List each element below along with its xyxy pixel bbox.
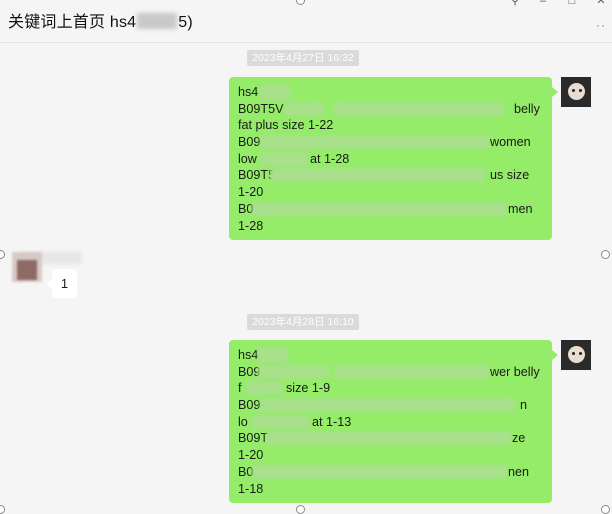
user-avatar[interactable] (561, 77, 591, 107)
more-options-icon[interactable]: ·· (596, 18, 606, 32)
message-line: 1-28 (238, 218, 264, 233)
received-message-bubble[interactable]: 1 (46, 269, 77, 298)
message-line: 1-20 (238, 185, 264, 200)
close-button[interactable]: ✕ (594, 0, 608, 8)
message-line: B09 women (238, 135, 531, 150)
message-line: fat plus size 1-22 (238, 118, 334, 133)
message-timestamp: 2023年4月28日 16:10 (247, 314, 359, 330)
title-bar: 关键词上首页 hs4 5) ⚲ – □ ✕ ·· (0, 0, 612, 43)
message-line: B09 wer belly (238, 364, 540, 379)
message-line: B09T5 us size (238, 168, 530, 183)
chat-title-suffix: 5) (178, 14, 193, 31)
message-line: 1-20 (238, 448, 264, 463)
pin-icon[interactable]: ⚲ (508, 0, 522, 8)
message-line: f size 1-9 (238, 381, 331, 396)
user-avatar[interactable] (561, 340, 591, 370)
message-timestamp: 2023年4月27日 16:32 (247, 50, 359, 66)
message-line: low at 1-28 (238, 151, 350, 166)
resize-handle[interactable] (601, 250, 610, 259)
message-line: B0 men (238, 201, 533, 216)
sent-message-bubble[interactable]: hs4 B09 wer belly f size 1-9 B09 n lo at 1-1… (229, 340, 558, 503)
message-line: hs4 (238, 84, 543, 101)
chat-title-text: 关键词上首页 hs4 (8, 14, 137, 31)
resize-handle[interactable] (0, 250, 5, 259)
resize-handle[interactable] (0, 505, 5, 514)
sent-message-bubble[interactable]: hs4 B09T5V belly fat plus size 1-22 B09 wo… (229, 77, 558, 240)
resize-handle[interactable] (296, 505, 305, 514)
message-line: B0 nen (238, 464, 530, 479)
message-line: B09T ze (238, 431, 526, 446)
message-line: hs4 (238, 347, 543, 364)
minimize-button[interactable]: – (536, 0, 550, 8)
maximize-button[interactable]: □ (565, 0, 579, 8)
chat-title: 关键词上首页 hs4 5) (8, 8, 193, 32)
contact-avatar[interactable] (12, 252, 42, 282)
blurred-title-segment (137, 13, 178, 29)
message-line: 1-18 (238, 481, 264, 496)
resize-handle[interactable] (601, 505, 610, 514)
message-line: lo at 1-13 (238, 414, 352, 429)
message-line: B09 n (238, 398, 528, 413)
message-line: B09T5V belly (238, 101, 540, 116)
